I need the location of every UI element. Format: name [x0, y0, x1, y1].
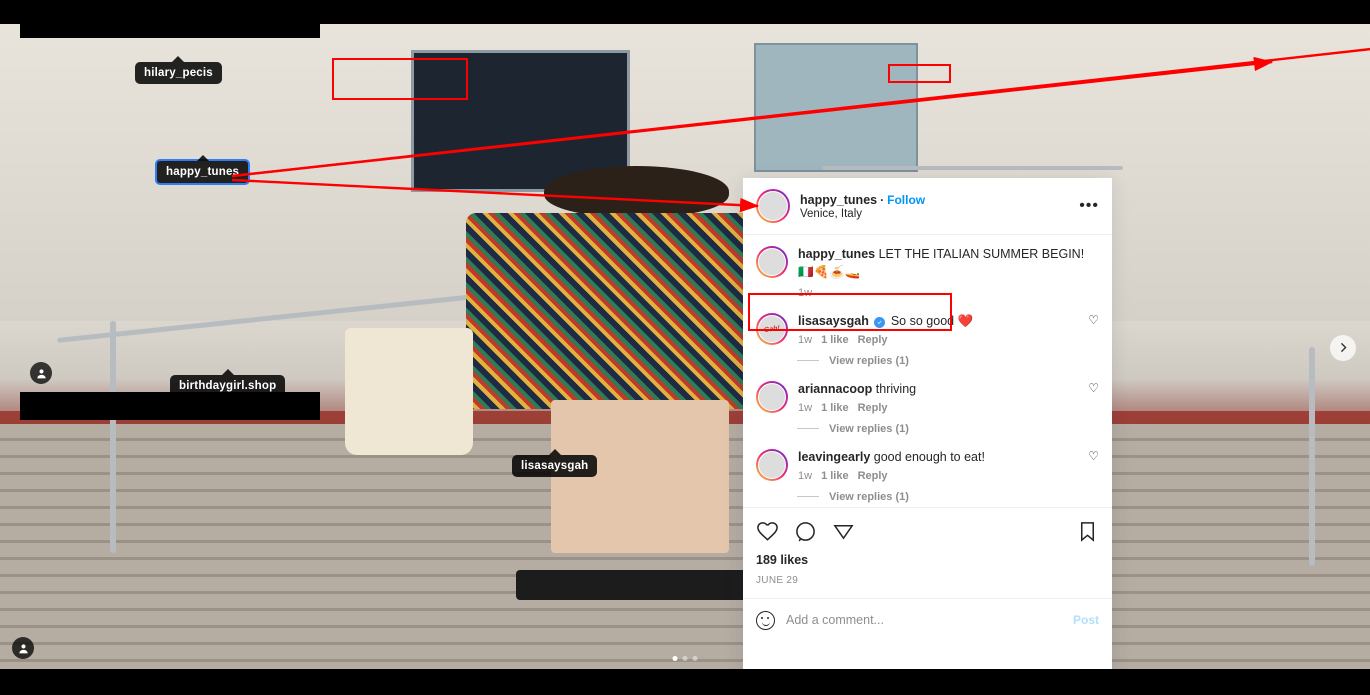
view-replies-row[interactable]: View replies (1) — [797, 491, 1112, 503]
verified-badge-icon — [874, 317, 886, 328]
comment-text: good enough to eat! — [870, 449, 985, 464]
divider-line — [797, 360, 819, 362]
letterbox-top — [0, 0, 1370, 24]
avatar-happy-tunes[interactable] — [756, 189, 790, 223]
comment-row: ariannacoop thriving 1w 1 like Reply ♡ — [743, 371, 1112, 417]
divider-line — [797, 428, 819, 430]
view-replies-row[interactable]: View replies (1) — [797, 423, 1112, 435]
comment-time: 1w — [798, 469, 813, 482]
emoji-picker-icon[interactable] — [756, 610, 775, 630]
header-location[interactable]: Venice, Italy — [800, 208, 925, 220]
comment-time: 1w — [798, 401, 813, 414]
tag-label: lisasaysgah — [521, 460, 589, 472]
person-tag-badge[interactable] — [30, 362, 52, 384]
comment-likes[interactable]: 1 like — [821, 402, 849, 414]
comment-likes[interactable]: 1 like — [821, 334, 849, 346]
caption-username[interactable]: happy_tunes — [798, 247, 875, 261]
comment-username[interactable]: lisasaysgah — [798, 314, 869, 328]
comment-row: Gah! lisasaysgah So so good ❤️ 1w 1 like… — [743, 303, 1112, 349]
comment-likes[interactable]: 1 like — [821, 470, 849, 482]
right-post-header: happy_tunes · Follow Venice, Italy ••• — [743, 178, 1112, 235]
comment-reply-button[interactable]: Reply — [858, 402, 888, 414]
right-post-caption-row: happy_tunes LET THE ITALIAN SUMMER BEGIN… — [743, 235, 1112, 303]
tag-label: hilary_pecis — [144, 67, 213, 79]
comment-text: thriving — [872, 381, 917, 396]
right-post-panel: happy_tunes · Follow Venice, Italy ••• h… — [743, 178, 1112, 680]
image-tag-happy-tunes[interactable]: happy_tunes — [155, 159, 251, 185]
view-replies-label[interactable]: View replies (1) — [829, 355, 909, 367]
avatar-lisasaysgah[interactable]: Gah! — [756, 313, 788, 345]
comment-text: So so good ❤️ — [887, 314, 974, 328]
heart-icon[interactable] — [756, 520, 779, 543]
right-post-likes-count[interactable]: 189 likes — [743, 549, 1112, 571]
tag-label: happy_tunes — [166, 166, 240, 178]
comment-like-icon[interactable]: ♡ — [1088, 449, 1099, 482]
venice-photo — [0, 24, 1370, 669]
right-post-date: JUNE 29 — [756, 574, 799, 586]
comment-like-icon[interactable]: ♡ — [1088, 381, 1099, 414]
tag-label: birthdaygirl.shop — [179, 380, 277, 392]
comment-like-icon[interactable]: ♡ — [1088, 313, 1099, 346]
divider-line — [797, 496, 819, 498]
header-separator: · — [880, 192, 885, 207]
comment-reply-button[interactable]: Reply — [858, 470, 888, 482]
image-tag-lisasaysgah[interactable]: lisasaysgah — [512, 455, 598, 477]
more-options-icon[interactable]: ••• — [1079, 198, 1099, 214]
comment-icon[interactable] — [794, 520, 817, 543]
view-replies-row[interactable]: View replies (1) — [797, 355, 1112, 367]
avatar-happy-tunes[interactable] — [756, 246, 788, 278]
share-icon[interactable] — [832, 520, 855, 543]
bookmark-icon[interactable] — [1076, 520, 1099, 543]
right-post-actions — [743, 506, 1112, 549]
comment-username[interactable]: ariannacoop — [798, 382, 872, 396]
view-replies-label[interactable]: View replies (1) — [829, 423, 909, 435]
avatar-ariannacoop[interactable] — [756, 380, 788, 413]
comment-row: leavingearly good enough to eat! 1w 1 li… — [743, 439, 1112, 485]
screenshot-canvas: hilary_pecis happy_tunes birthdaygirl.sh… — [0, 0, 1370, 695]
comment-reply-button[interactable]: Reply — [858, 334, 888, 346]
right-add-comment-bar[interactable]: Add a comment... Post — [743, 597, 1112, 642]
add-comment-input[interactable]: Add a comment... — [786, 613, 1062, 627]
view-replies-label[interactable]: View replies (1) — [829, 491, 909, 503]
image-tag-birthdaygirl-shop[interactable]: birthdaygirl.shop — [170, 375, 286, 397]
follow-button[interactable]: Follow — [887, 193, 925, 207]
comment-time: 1w — [798, 333, 813, 346]
comment-username[interactable]: leavingearly — [798, 450, 870, 464]
caption-time: 1w — [798, 287, 813, 299]
post-comment-button[interactable]: Post — [1073, 613, 1099, 627]
header-username[interactable]: happy_tunes — [800, 193, 877, 207]
image-tag-hilary-pecis[interactable]: hilary_pecis — [135, 62, 222, 84]
avatar-leavingearly[interactable] — [756, 448, 788, 481]
